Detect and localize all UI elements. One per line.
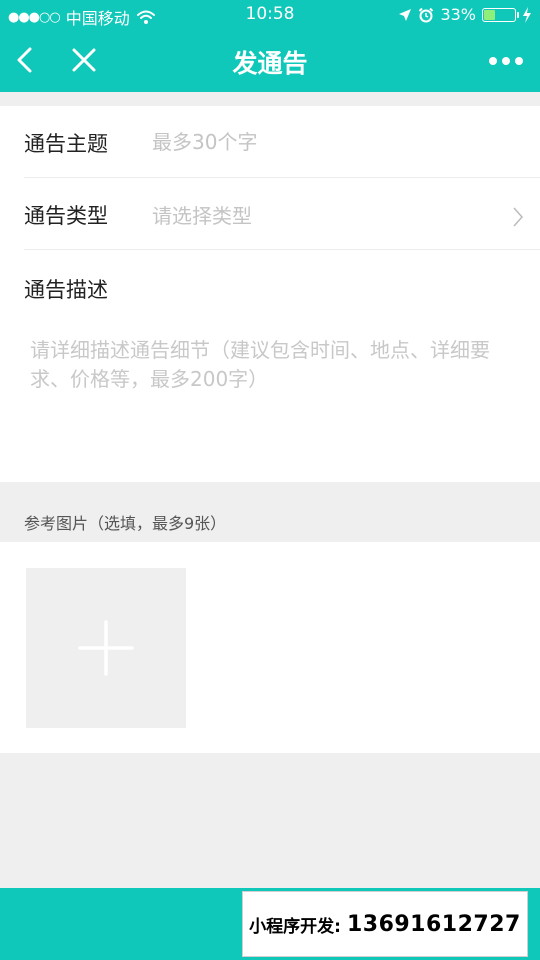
more-button[interactable] — [486, 48, 526, 74]
image-upload-section — [0, 542, 540, 753]
promo-banner: 小程序开发: 13691612727 — [242, 891, 528, 957]
alarm-clock-icon — [419, 7, 434, 22]
nav-bar: 发通告 — [0, 30, 540, 92]
status-right: 33% — [398, 5, 532, 24]
promo-phone: 13691612727 — [346, 911, 521, 937]
description-textarea[interactable] — [30, 336, 510, 466]
promo-label: 小程序开发: — [249, 916, 341, 937]
plus-icon — [78, 620, 134, 676]
images-section-label: 参考图片（选填，最多9张） — [24, 514, 227, 533]
subject-input[interactable] — [152, 122, 510, 162]
more-dots-icon — [489, 57, 523, 65]
charging-bolt-icon — [523, 6, 531, 23]
chevron-left-icon — [17, 47, 32, 73]
notice-form: 通告主题 通告类型 请选择类型 通告描述 — [0, 106, 540, 482]
subject-row: 通告主题 — [24, 106, 540, 178]
type-picker[interactable]: 请选择类型 — [152, 200, 510, 229]
type-label: 通告类型 — [24, 204, 108, 228]
battery-fill — [484, 9, 495, 20]
subject-label: 通告主题 — [24, 132, 108, 156]
status-bar: ●●●○○ 中国移动 10:58 33% — [0, 0, 540, 30]
chevron-right-icon — [513, 207, 524, 227]
location-arrow-icon — [399, 8, 412, 21]
type-row[interactable]: 通告类型 请选择类型 — [24, 178, 540, 250]
battery-icon — [482, 7, 519, 22]
back-button[interactable] — [10, 44, 42, 76]
battery-percent: 33% — [440, 5, 476, 24]
close-icon — [72, 48, 96, 72]
description-label: 通告描述 — [24, 278, 108, 302]
close-button[interactable] — [68, 44, 100, 76]
bottom-bar: 小程序开发: 13691612727 — [0, 888, 540, 960]
add-image-button[interactable] — [26, 568, 186, 728]
